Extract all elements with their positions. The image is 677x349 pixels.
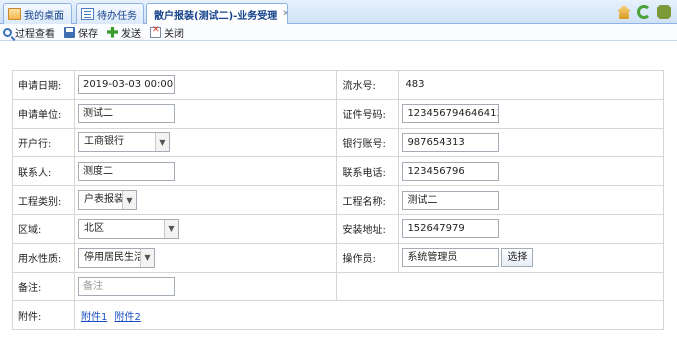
save-button[interactable]: 保存 (64, 25, 98, 40)
send-button[interactable]: 发送 (107, 25, 141, 40)
region-select[interactable]: 北区 ▼ (77, 218, 179, 239)
send-icon (107, 26, 118, 38)
operator-field[interactable]: 系统管理员 (402, 248, 500, 268)
home-icon[interactable] (617, 5, 631, 19)
serial-no-value: 483 (405, 79, 425, 91)
magnifier-icon (3, 27, 12, 37)
project-type-label: 工程类别: (12, 185, 75, 215)
save-label: 保存 (78, 28, 98, 40)
tab-todo-tasks[interactable]: 待办任务 ✕ (76, 3, 144, 24)
form-row: 开户行: 工商银行 ▼ 银行账号: 987654313 (12, 127, 664, 158)
project-type-value: 户表报装 (83, 194, 122, 206)
desktop-icon (8, 8, 21, 20)
chevron-down-icon: ▼ (154, 133, 169, 152)
close-icon[interactable]: ✕ (282, 10, 287, 19)
bank-label: 开户行: (12, 127, 75, 158)
region-value: 北区 (83, 222, 104, 234)
chevron-down-icon: ▼ (163, 219, 178, 238)
bank-account-label: 银行账号: (336, 127, 400, 158)
remark-label: 备注: (12, 271, 75, 302)
tab-bar: 我的桌面 待办任务 ✕ 散户报装(测试二)-业务受理 ✕ (0, 0, 677, 25)
tab-bar-actions (617, 5, 671, 19)
id-no-label: 证件号码: (336, 98, 400, 129)
save-icon (64, 26, 75, 38)
remark-field[interactable]: 备注 (77, 276, 175, 296)
send-label: 发送 (121, 28, 141, 40)
install-address-field[interactable]: 152647979 (402, 219, 500, 239)
water-nature-label: 用水性质: (12, 242, 75, 273)
tab-label: 散户报装(测试二)-业务受理 (154, 11, 278, 22)
apply-unit-field[interactable]: 测试二 (77, 104, 175, 124)
contact-label: 联系人: (12, 156, 75, 187)
apply-date-label: 申请日期: (12, 70, 75, 100)
apply-unit-label: 申请单位: (12, 98, 75, 129)
form-row: 申请单位: 测试二 证件号码: 123456794646413 (12, 98, 664, 129)
toolbar: 过程查看 保存 发送 关闭 (0, 24, 677, 41)
apply-date-field[interactable]: 2019-03-03 00:00:00 (77, 75, 175, 95)
history-button[interactable]: 过程查看 (3, 25, 55, 40)
water-nature-value: 停用居民生活 (83, 251, 140, 263)
project-name-field[interactable]: 测试二 (402, 190, 500, 210)
serial-no-label: 流水号: (336, 70, 400, 100)
form-row: 工程类别: 户表报装 ▼ 工程名称: 测试二 (12, 185, 664, 215)
tab-my-desktop[interactable]: 我的桌面 (3, 3, 72, 24)
attachment-link[interactable]: 附件1 (81, 312, 107, 323)
form-row: 申请日期: 2019-03-03 00:00:00 流水号: 483 (12, 70, 664, 100)
attachments-label: 附件: (12, 300, 75, 331)
bank-select-value: 工商银行 (83, 136, 124, 148)
water-nature-select[interactable]: 停用居民生活 ▼ (77, 247, 155, 268)
phone-label: 联系电话: (336, 156, 400, 187)
history-label: 过程查看 (15, 28, 55, 40)
task-list-icon (81, 8, 94, 20)
fullscreen-icon[interactable] (657, 5, 671, 19)
project-name-label: 工程名称: (336, 185, 400, 215)
chevron-down-icon: ▼ (139, 248, 154, 267)
attachment-link[interactable]: 附件2 (115, 312, 141, 323)
contact-field[interactable]: 测度二 (77, 161, 175, 181)
select-operator-button[interactable]: 选择 (501, 248, 534, 268)
tab-business-acceptance[interactable]: 散户报装(测试二)-业务受理 ✕ (146, 3, 288, 25)
empty-cell (336, 271, 664, 302)
close-icon[interactable]: ✕ (142, 9, 143, 19)
phone-field[interactable]: 123456796 (402, 161, 500, 181)
close-button[interactable]: 关闭 (150, 25, 184, 40)
close-label: 关闭 (164, 28, 184, 40)
bank-select[interactable]: 工商银行 ▼ (77, 132, 170, 153)
project-type-select[interactable]: 户表报装 ▼ (77, 190, 137, 211)
form-row: 附件: 附件1 附件2 (12, 300, 665, 331)
install-address-label: 安装地址: (336, 213, 400, 244)
id-no-field[interactable]: 123456794646413 (402, 104, 500, 124)
tab-label: 我的桌面 (24, 10, 64, 22)
tab-label: 待办任务 (97, 10, 137, 22)
form-row: 备注: 备注 (12, 271, 664, 302)
chevron-down-icon: ▼ (121, 191, 136, 210)
refresh-icon[interactable] (637, 5, 651, 19)
form-row: 联系人: 测度二 联系电话: 123456796 (12, 156, 664, 187)
operator-label: 操作员: (336, 242, 400, 273)
form-row: 用水性质: 停用居民生活 ▼ 操作员: 系统管理员 选择 (12, 242, 664, 273)
close-document-icon (150, 25, 161, 38)
bank-account-field[interactable]: 987654313 (402, 132, 500, 152)
application-form: 申请日期: 2019-03-03 00:00:00 流水号: 483 申请单位:… (12, 70, 665, 331)
region-label: 区域: (12, 213, 75, 244)
form-row: 区域: 北区 ▼ 安装地址: 152647979 (12, 213, 664, 244)
